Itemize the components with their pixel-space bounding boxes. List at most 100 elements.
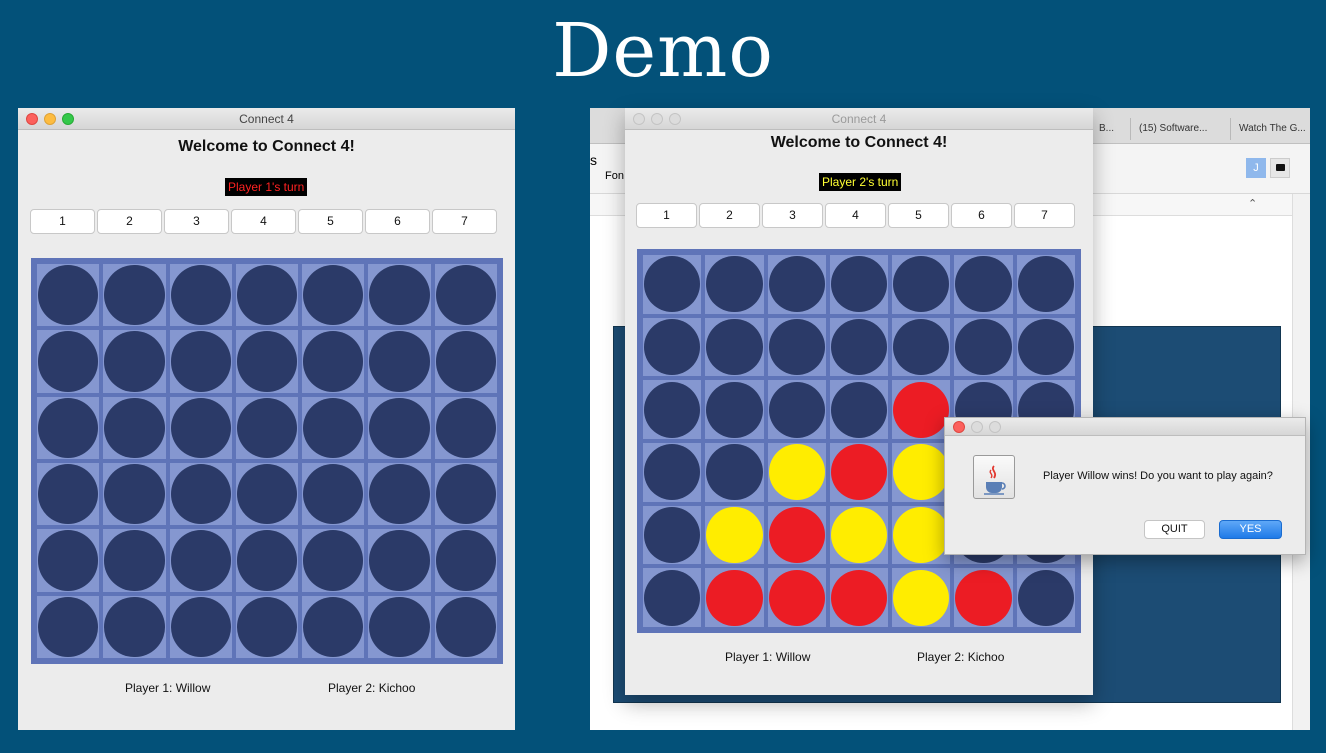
minimize-button[interactable] xyxy=(971,421,983,433)
empty-slot xyxy=(706,318,763,376)
column-button-2[interactable]: 2 xyxy=(699,203,760,228)
empty-slot xyxy=(706,256,763,313)
dialog-titlebar[interactable] xyxy=(945,418,1305,436)
empty-slot xyxy=(369,464,430,525)
column-button-6[interactable]: 6 xyxy=(365,209,430,234)
empty-slot xyxy=(1017,256,1074,313)
empty-slot xyxy=(435,397,496,458)
column-button-1[interactable]: 1 xyxy=(636,203,697,228)
welcome-heading: Welcome to Connect 4! xyxy=(178,138,355,155)
empty-slot xyxy=(303,530,364,591)
minimize-button[interactable] xyxy=(44,113,56,125)
empty-slot xyxy=(38,596,99,657)
window-titlebar[interactable]: Connect 4 xyxy=(625,108,1093,130)
empty-slot xyxy=(236,530,298,591)
close-button[interactable] xyxy=(26,113,38,125)
zoom-button[interactable] xyxy=(989,421,1001,433)
window-controls xyxy=(26,113,74,125)
red-disc xyxy=(893,381,950,438)
player1-label: Player 1: Willow xyxy=(725,650,811,664)
red-disc xyxy=(706,569,763,626)
empty-slot xyxy=(104,397,165,458)
empty-slot xyxy=(236,265,298,326)
close-button[interactable] xyxy=(953,421,965,433)
column-button-3[interactable]: 3 xyxy=(762,203,823,228)
column-button-3[interactable]: 3 xyxy=(164,209,229,234)
empty-slot xyxy=(435,331,496,392)
slide-title: Demo xyxy=(552,8,774,94)
column-buttons: 1234567 xyxy=(30,209,497,234)
empty-slot xyxy=(303,397,364,458)
empty-slot xyxy=(170,331,231,392)
window-title: Connect 4 xyxy=(831,112,887,126)
red-disc xyxy=(830,569,888,626)
column-button-5[interactable]: 5 xyxy=(888,203,949,228)
empty-slot xyxy=(38,331,99,392)
column-button-7[interactable]: 7 xyxy=(432,209,497,234)
empty-slot xyxy=(1017,569,1074,626)
empty-slot xyxy=(236,464,298,525)
connect4-window-left: Connect 4 Welcome to Connect 4! Player 1… xyxy=(18,108,515,730)
yellow-disc xyxy=(830,506,888,564)
close-button[interactable] xyxy=(633,113,645,125)
game-board xyxy=(31,258,503,664)
column-button-4[interactable]: 4 xyxy=(825,203,886,228)
window-titlebar[interactable]: Connect 4 xyxy=(18,108,515,130)
empty-slot xyxy=(768,318,825,376)
column-button-1[interactable]: 1 xyxy=(30,209,95,234)
zoom-button[interactable] xyxy=(669,113,681,125)
empty-slot xyxy=(170,397,231,458)
empty-slot xyxy=(104,265,165,326)
turn-indicator: Player 1's turn xyxy=(225,178,308,196)
account-avatar[interactable]: J xyxy=(1246,158,1266,178)
empty-slot xyxy=(706,444,763,501)
win-dialog: Player Willow wins! Do you want to play … xyxy=(944,417,1306,555)
dialog-message: Player Willow wins! Do you want to play … xyxy=(1043,470,1273,482)
empty-slot xyxy=(303,331,364,392)
chevron-up-icon[interactable]: ⌃ xyxy=(1248,197,1257,210)
empty-slot xyxy=(768,256,825,313)
column-button-2[interactable]: 2 xyxy=(97,209,162,234)
empty-slot xyxy=(170,530,231,591)
yellow-disc xyxy=(706,506,763,564)
yes-button[interactable]: YES xyxy=(1219,520,1282,539)
empty-slot xyxy=(369,530,430,591)
empty-slot xyxy=(236,331,298,392)
turn-indicator: Player 2's turn xyxy=(819,173,902,191)
doc-fragment: Fon xyxy=(605,170,624,182)
column-buttons: 1234567 xyxy=(636,203,1075,228)
empty-slot xyxy=(644,318,701,376)
empty-slot xyxy=(170,265,231,326)
empty-slot xyxy=(768,381,825,438)
connect4-window-right: Connect 4 Welcome to Connect 4! Player 2… xyxy=(625,108,1093,695)
empty-slot xyxy=(236,397,298,458)
empty-slot xyxy=(369,265,430,326)
red-disc xyxy=(768,569,825,626)
empty-slot xyxy=(435,530,496,591)
avatar-letter: J xyxy=(1253,162,1259,174)
minimize-button[interactable] xyxy=(651,113,663,125)
column-button-5[interactable]: 5 xyxy=(298,209,363,234)
quit-button[interactable]: QUIT xyxy=(1144,520,1205,539)
browser-tab[interactable]: B... xyxy=(1090,118,1130,140)
yellow-disc xyxy=(893,569,950,626)
empty-slot xyxy=(1017,318,1074,376)
empty-slot xyxy=(38,530,99,591)
browser-tab[interactable]: (15) Software... xyxy=(1130,118,1230,140)
browser-tab[interactable]: Watch The G... xyxy=(1230,118,1310,140)
column-button-6[interactable]: 6 xyxy=(951,203,1012,228)
doc-fragment: s xyxy=(590,152,597,168)
window-title: Connect 4 xyxy=(239,112,294,126)
column-button-7[interactable]: 7 xyxy=(1014,203,1075,228)
player1-label: Player 1: Willow xyxy=(125,681,211,695)
zoom-button[interactable] xyxy=(62,113,74,125)
empty-slot xyxy=(369,596,430,657)
java-cup-icon xyxy=(973,455,1015,499)
chat-bubble-icon[interactable] xyxy=(1270,158,1290,178)
yellow-disc xyxy=(768,444,825,501)
welcome-heading: Welcome to Connect 4! xyxy=(770,134,948,151)
column-button-4[interactable]: 4 xyxy=(231,209,296,234)
empty-slot xyxy=(104,596,165,657)
empty-slot xyxy=(435,596,496,657)
empty-slot xyxy=(369,331,430,392)
